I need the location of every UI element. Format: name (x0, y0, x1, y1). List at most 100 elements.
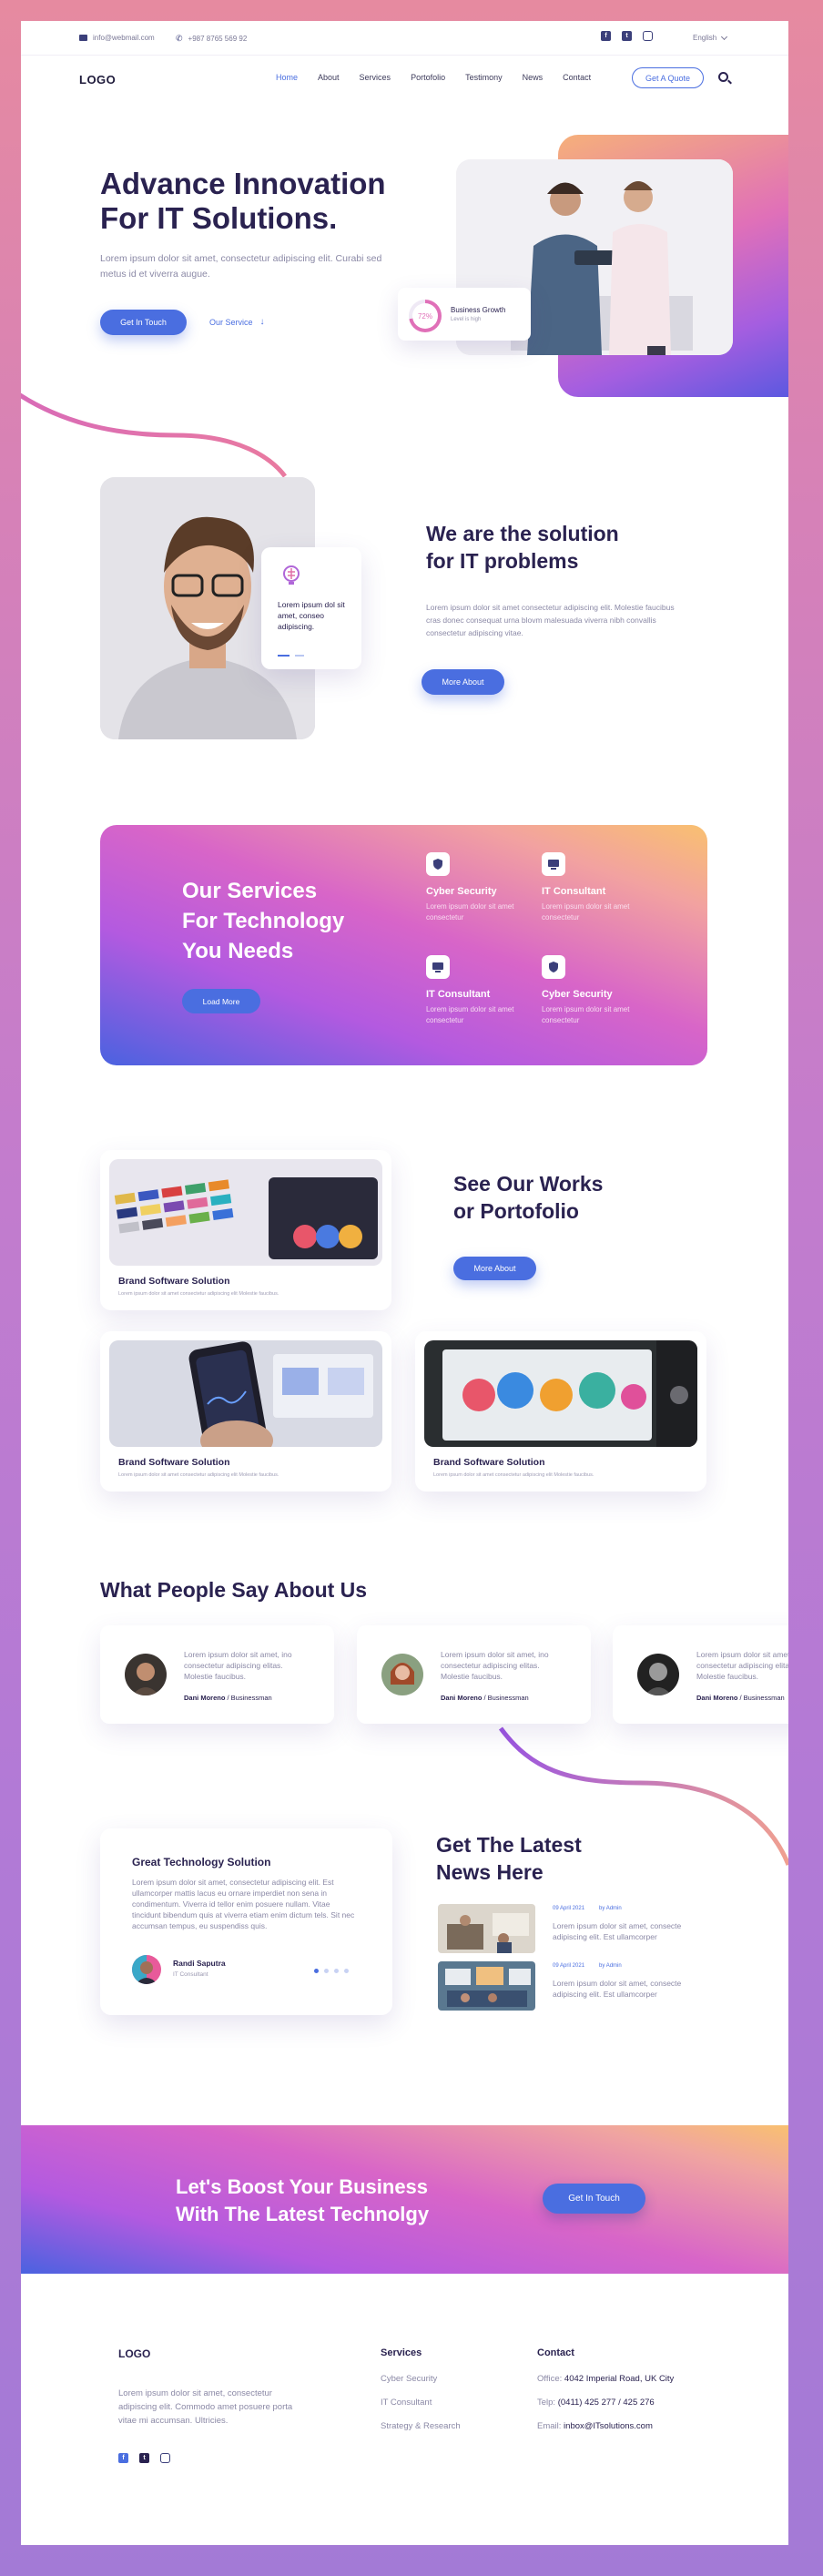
carousel-dot-active[interactable] (314, 1969, 319, 1973)
shield-icon (426, 852, 450, 876)
service-text: Lorem ipsum dolor sit amet consectetur (426, 902, 514, 921)
cta-get-in-touch-button[interactable]: Get In Touch (543, 2184, 645, 2214)
phone-icon: ✆ (176, 34, 183, 43)
our-service-label: Our Service (209, 317, 253, 327)
language-label: English (693, 34, 717, 42)
testimonials-title: What People Say About Us (100, 1578, 368, 1602)
service-title: IT Consultant (542, 886, 606, 897)
nav-services[interactable]: Services (360, 73, 391, 82)
nav-home[interactable]: Home (276, 73, 298, 82)
business-growth-card: 72% Business Growth Level is high (398, 288, 531, 341)
topbar-phone[interactable]: ✆ +987 8765 569 92 (176, 34, 247, 44)
site-logo[interactable]: LOGO (79, 73, 116, 87)
footer-link-strategy[interactable]: Strategy & Research (381, 2421, 461, 2431)
testimonial-card: Lorem ipsum dolor sit amet, ino consecte… (100, 1625, 334, 1724)
avatar (381, 1654, 423, 1695)
nav-news[interactable]: News (523, 73, 544, 82)
portfolio-card[interactable]: Brand Software Solution Lorem ipsum dolo… (100, 1150, 391, 1310)
service-text: Lorem ipsum dolor sit amet consectetur (542, 1005, 630, 1024)
testimonial-card: Lorem ipsum dolor sit amet, ino consecte… (357, 1625, 591, 1724)
footer-logo[interactable]: LOGO (118, 2347, 150, 2360)
solution-title: We are the solution for IT problems (426, 520, 663, 575)
footer-telp[interactable]: Telp: (0411) 425 277 / 425 276 (537, 2398, 655, 2408)
topbar-email[interactable]: info@webmail.com (79, 34, 155, 42)
footer-email[interactable]: Email: inbox@ITsolutions.com (537, 2421, 653, 2431)
portfolio-card-title: Brand Software Solution (118, 1457, 230, 1468)
service-title: Cyber Security (542, 989, 613, 1000)
news-post[interactable]: 09 April 2021 by Admin Lorem ipsum dolor … (438, 1904, 738, 1953)
nav-testimony[interactable]: Testimony (465, 73, 503, 82)
news-post-thumbnail (438, 1961, 535, 2011)
footer-office-label: Office: (537, 2374, 563, 2384)
service-text: Lorem ipsum dolor sit amet consectetur (542, 902, 630, 921)
footer-services-title: Services (381, 2347, 422, 2358)
footer-telp-label: Telp: (537, 2398, 556, 2408)
featured-news-text: Lorem ipsum dolor sit amet, consectetur … (132, 1878, 355, 1930)
services-title-line2: For Technology (182, 909, 345, 933)
carousel-dot[interactable] (324, 1969, 329, 1973)
portfolio-card[interactable]: Brand Software Solution Lorem ipsum dolo… (415, 1331, 706, 1492)
solution-card-text: Lorem ipsum dol sit amet, conseo adipisc… (278, 600, 345, 631)
news-post-text: Lorem ipsum dolor sit amet, consecte adi… (553, 1921, 682, 1941)
instagram-icon[interactable] (160, 2453, 170, 2463)
nav-contact[interactable]: Contact (563, 73, 591, 82)
portfolio-card-title: Brand Software Solution (433, 1457, 545, 1468)
facebook-icon[interactable]: f (601, 31, 611, 41)
monitor-icon (426, 955, 450, 979)
news-post[interactable]: 09 April 2021 by Admin Lorem ipsum dolor … (438, 1961, 738, 2011)
solution-info-card: Lorem ipsum dol sit amet, conseo adipisc… (261, 547, 361, 669)
nav-about[interactable]: About (318, 73, 340, 82)
growth-title: Business Growth (451, 306, 506, 314)
testimonial-author-role: / Businessman (225, 1694, 272, 1702)
hero-title: Advance Innovation For IT Solutions. (100, 167, 428, 236)
portfolio-card[interactable]: Brand Software Solution Lorem ipsum dolo… (100, 1331, 391, 1492)
instagram-icon[interactable] (643, 31, 653, 41)
author-name: Randi Saputra (173, 1959, 226, 1968)
twitter-icon[interactable]: t (139, 2453, 149, 2463)
cta-title: Let's Boost Your Business With The Lates… (176, 2174, 503, 2228)
twitter-icon[interactable]: t (622, 31, 632, 41)
language-select[interactable]: English (693, 33, 728, 42)
carousel-dot[interactable] (334, 1969, 339, 1973)
load-more-button[interactable]: Load More (182, 989, 260, 1013)
service-item[interactable]: IT Consultant Lorem ipsum dolor sit amet… (426, 955, 526, 1026)
portfolio-card-text: Lorem ipsum dolor sit amet consectetur a… (433, 1472, 594, 1478)
works-title: See Our Works or Portofolio (453, 1170, 654, 1225)
carousel-dot[interactable] (344, 1969, 349, 1973)
main-nav: Home About Services Portofolio Testimony… (276, 73, 611, 82)
slider-dash[interactable] (295, 655, 304, 657)
more-about-button[interactable]: More About (422, 669, 504, 695)
nav-portofolio[interactable]: Portofolio (411, 73, 445, 82)
news-post-author: by Admin (599, 1963, 622, 1969)
footer-link-it-consultant[interactable]: IT Consultant (381, 2398, 432, 2408)
featured-news-title: Great Technology Solution (132, 1856, 271, 1868)
cta-title-line1: Let's Boost Your Business (176, 2175, 429, 2198)
featured-news-card[interactable]: Great Technology Solution Lorem ipsum do… (100, 1828, 392, 2015)
get-in-touch-button[interactable]: Get In Touch (100, 310, 187, 335)
get-quote-button[interactable]: Get A Quote (632, 67, 704, 88)
news-post-date: 09 April 2021 (553, 1906, 585, 1911)
topbar-email-text: info@webmail.com (93, 34, 155, 42)
services-title-line3: You Needs (182, 939, 294, 963)
search-icon[interactable] (718, 72, 728, 82)
our-service-link[interactable]: Our Service ↓ (209, 317, 265, 327)
footer-link-cyber-security[interactable]: Cyber Security (381, 2374, 437, 2384)
service-item[interactable]: Cyber Security Lorem ipsum dolor sit ame… (542, 955, 642, 1026)
testimonial-author-name: Dani Moreno (441, 1694, 483, 1702)
slider-dash-active[interactable] (278, 655, 290, 657)
topbar: info@webmail.com ✆ +987 8765 569 92 f t … (21, 21, 788, 56)
news-post-author: by Admin (599, 1906, 622, 1911)
testimonial-author-name: Dani Moreno (696, 1694, 738, 1702)
works-more-about-button[interactable]: More About (453, 1257, 536, 1280)
avatar (637, 1654, 679, 1695)
testimonial-quote: Lorem ipsum dolor sit amet, ino consecte… (696, 1650, 788, 1681)
service-item[interactable]: IT Consultant Lorem ipsum dolor sit amet… (542, 852, 642, 923)
testimonial-author: Dani Moreno / Businessman (441, 1694, 529, 1702)
footer-office: Office: 4042 Imperial Road, UK City (537, 2374, 674, 2384)
facebook-icon[interactable]: f (118, 2453, 128, 2463)
testimonial-quote: Lorem ipsum dolor sit amet, ino consecte… (184, 1650, 292, 1681)
service-item[interactable]: Cyber Security Lorem ipsum dolor sit ame… (426, 852, 526, 923)
testimonial-author-role: / Businessman (737, 1694, 785, 1702)
brain-bulb-icon (283, 565, 300, 585)
solution-text: Lorem ipsum dolor sit amet consectetur a… (426, 603, 675, 637)
